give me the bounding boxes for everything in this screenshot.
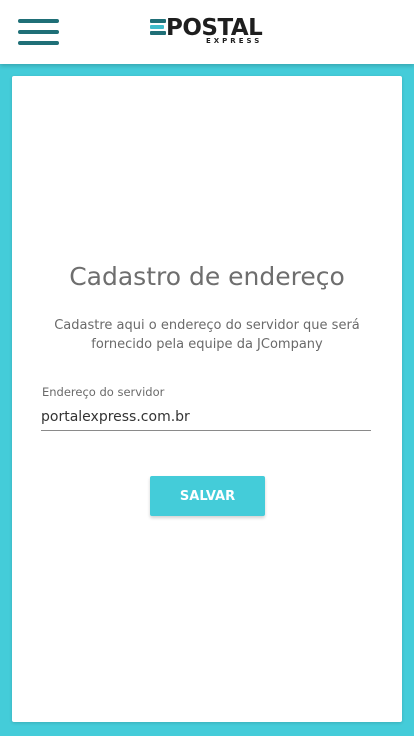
page-description: Cadastre aqui o endereço do servidor que… [54, 318, 360, 352]
hamburger-menu-icon[interactable] [18, 18, 59, 46]
address-form-card: Cadastro de endereço Cadastre aqui o end… [12, 76, 402, 722]
postal-express-logo: POSTAL EXPRESS [150, 15, 268, 46]
logo-stripes-icon [150, 19, 166, 37]
page-title: Cadastro de endereço [69, 262, 345, 291]
logo-tagline: EXPRESS [206, 37, 263, 45]
server-address-input[interactable] [41, 404, 371, 431]
app-header: POSTAL EXPRESS [0, 0, 414, 64]
save-button[interactable]: SALVAR [150, 476, 265, 516]
server-address-label: Endereço do servidor [42, 385, 165, 399]
